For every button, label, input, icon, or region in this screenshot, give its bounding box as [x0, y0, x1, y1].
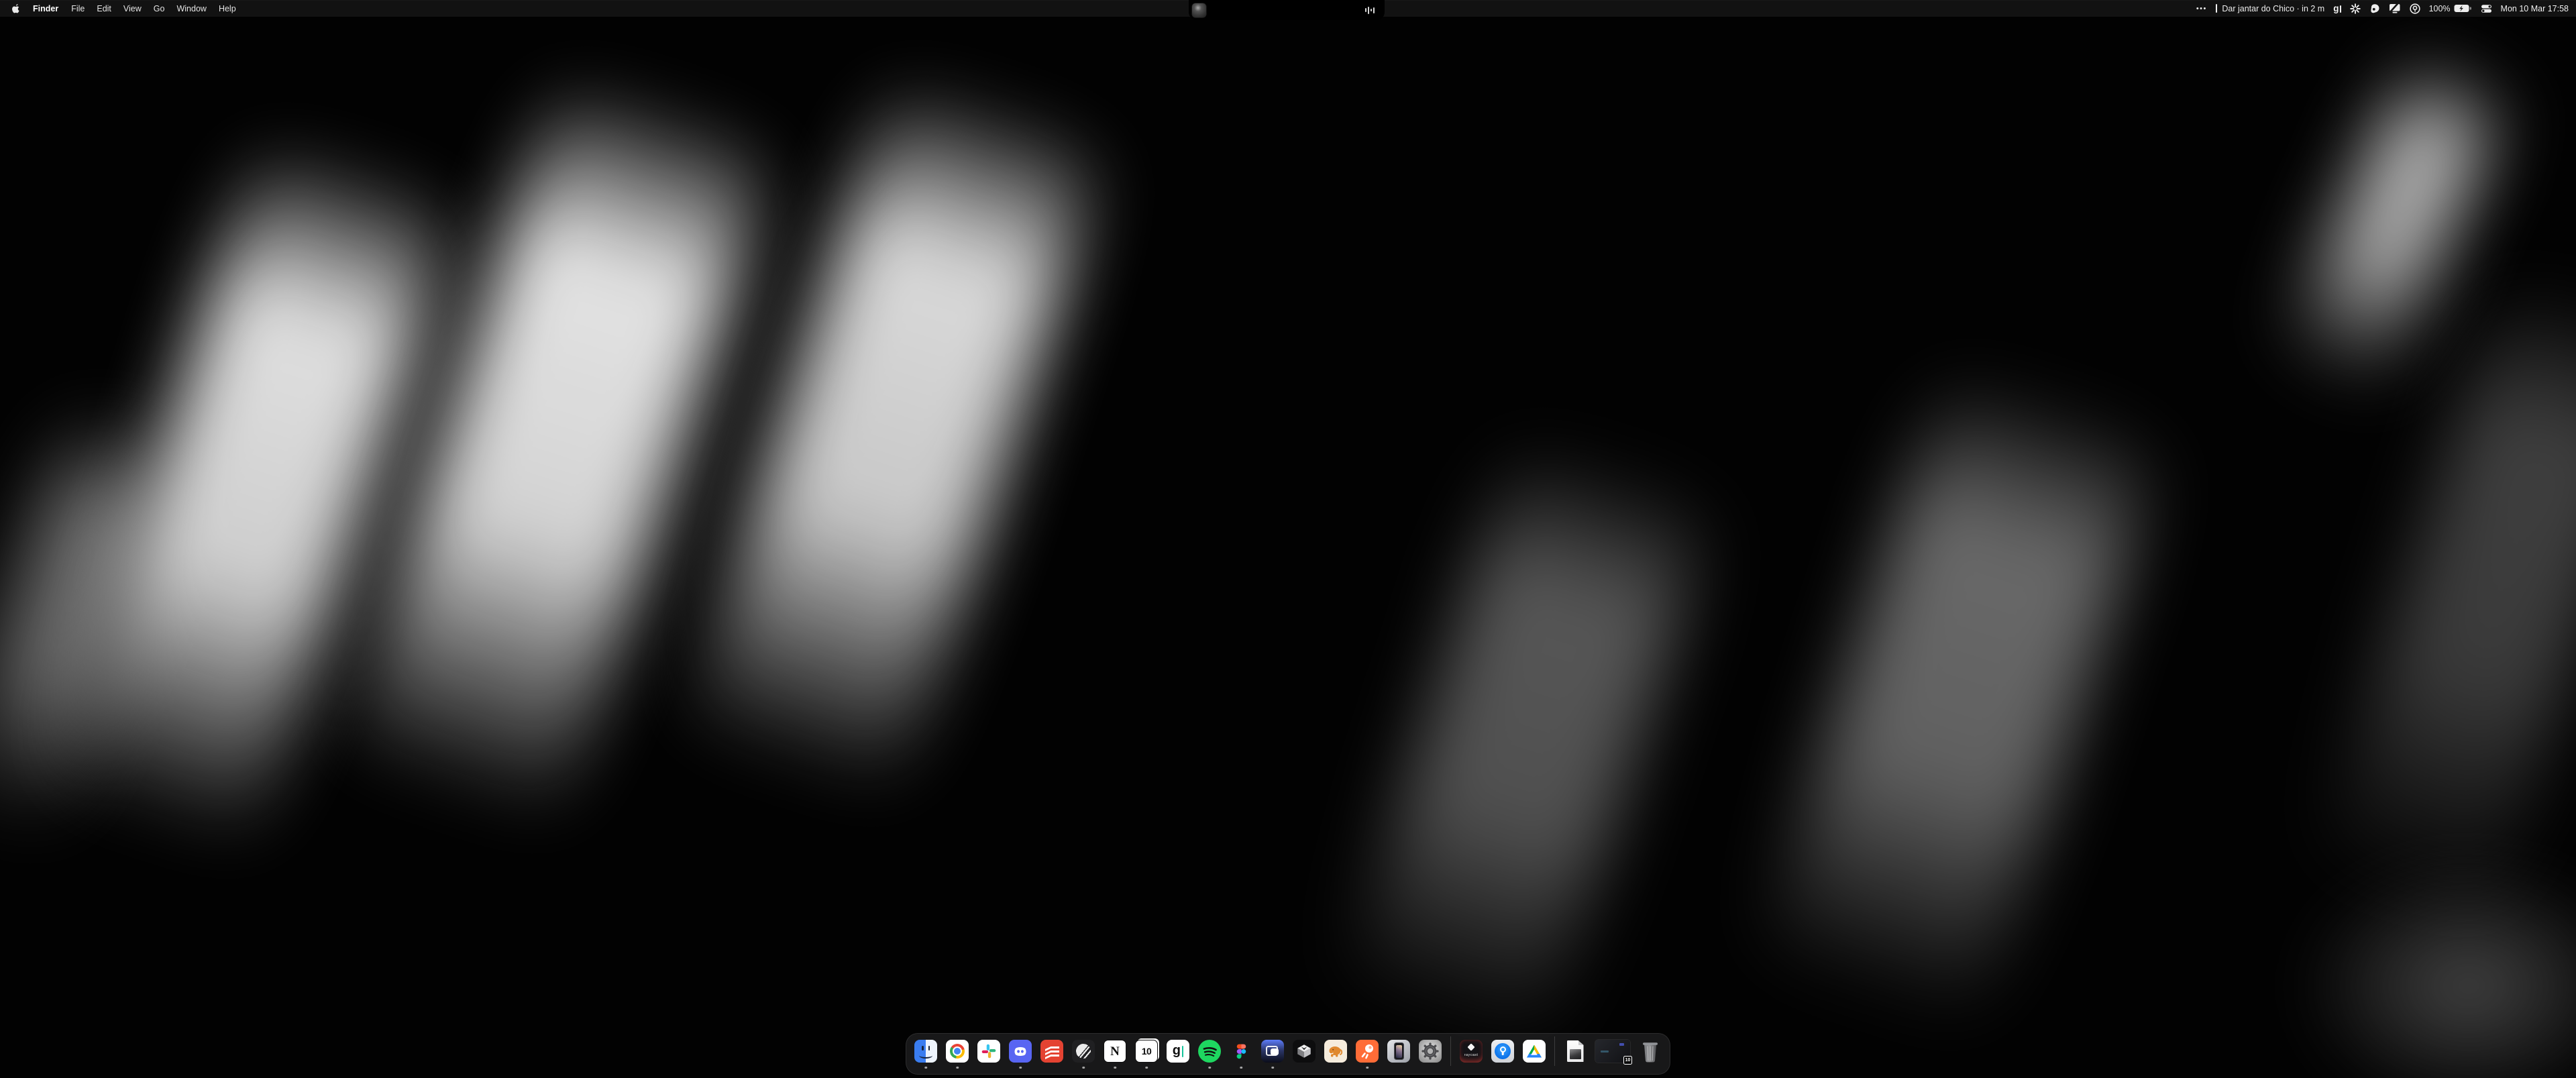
- event-bar-icon: [2216, 4, 2218, 13]
- iphone-mirroring-icon: [1387, 1040, 1410, 1063]
- dock-cube-app[interactable]: [1293, 1040, 1316, 1063]
- dock-google-drive[interactable]: [1523, 1040, 1546, 1063]
- minimized-window-app-badge: 10: [1623, 1056, 1632, 1065]
- menu-bar-clock[interactable]: Mon 10 Mar 17:58: [2501, 4, 2569, 13]
- album-art[interactable]: [1192, 3, 1206, 17]
- dock-ivory[interactable]: [1324, 1040, 1347, 1063]
- wallpaper-band: [2294, 859, 2576, 1078]
- cube-3d-icon: [1293, 1040, 1316, 1063]
- dock-slack[interactable]: [977, 1040, 1000, 1063]
- google-drive-icon: [1523, 1040, 1546, 1063]
- notch-media-player: [1189, 0, 1385, 20]
- menu-edit[interactable]: Edit: [91, 0, 117, 17]
- dock-document[interactable]: [1564, 1040, 1587, 1063]
- minimized-window-thumbnail: 10: [1595, 1040, 1630, 1063]
- battery-charging-icon: [2454, 4, 2472, 13]
- grammarly-menu-icon[interactable]: g: [2333, 5, 2341, 13]
- todoist-icon: [1040, 1040, 1063, 1063]
- linear-icon: [1072, 1040, 1095, 1063]
- dock-notion-calendar[interactable]: 10: [1135, 1040, 1158, 1063]
- battery-percent: 100%: [2429, 4, 2451, 13]
- pick-shape-icon[interactable]: [2369, 3, 2380, 14]
- menu-go[interactable]: Go: [148, 0, 171, 17]
- dock: N 10 g: [906, 1033, 1670, 1075]
- notion-icon: N: [1104, 1040, 1126, 1063]
- dock-linear[interactable]: [1072, 1040, 1095, 1063]
- asterisk-gear-icon[interactable]: [2350, 3, 2361, 14]
- dock-divider: [1450, 1036, 1451, 1066]
- screen-studio-icon: [1261, 1040, 1284, 1063]
- event-text: Dar jantar do Chico · in 2 m: [2222, 4, 2324, 13]
- dock-chrome[interactable]: [946, 1040, 969, 1063]
- battery-status[interactable]: 100%: [2429, 4, 2472, 13]
- grammarly-letter: g: [2333, 5, 2339, 13]
- document-file-icon: [1567, 1040, 1584, 1062]
- dock-1password[interactable]: [1491, 1040, 1514, 1063]
- dock-screen-studio[interactable]: [1261, 1040, 1284, 1063]
- ivory-mammoth-icon: [1324, 1040, 1347, 1063]
- menu-window[interactable]: Window: [170, 0, 212, 17]
- calendar-event-item[interactable]: Dar jantar do Chico · in 2 m: [2216, 4, 2324, 13]
- dock-iphone-mirroring[interactable]: [1387, 1040, 1410, 1063]
- wallpaper: [0, 0, 2576, 1078]
- trash-icon: [1640, 1040, 1661, 1063]
- wallpaper-band: [1338, 445, 1715, 1058]
- desktop: Finder File Edit View Go Window Help •••…: [0, 0, 2576, 1078]
- grammarly-cursor: [2340, 5, 2341, 13]
- postman-icon: [1356, 1040, 1379, 1063]
- dock-spotify[interactable]: [1198, 1040, 1221, 1063]
- notion-letter: N: [1110, 1045, 1120, 1058]
- dock-todoist[interactable]: [1040, 1040, 1063, 1063]
- menu-help[interactable]: Help: [213, 0, 242, 17]
- slack-icon: [977, 1040, 1000, 1063]
- grammarly-icon: g: [1167, 1040, 1189, 1063]
- menu-file[interactable]: File: [65, 0, 91, 17]
- 1password-menu-icon[interactable]: [2410, 3, 2420, 14]
- audio-visualizer-icon: [1365, 5, 1375, 15]
- dock-postman[interactable]: [1356, 1040, 1379, 1063]
- discord-icon: [1009, 1040, 1032, 1063]
- raycast-icon: raycast: [1460, 1040, 1483, 1063]
- 1password-icon: [1491, 1040, 1514, 1063]
- chrome-icon: [946, 1040, 969, 1063]
- calendar-day-number: 10: [1142, 1046, 1152, 1057]
- dock-grammarly[interactable]: g: [1167, 1040, 1189, 1063]
- apple-icon: [11, 3, 19, 13]
- menu-app-name[interactable]: Finder: [26, 0, 65, 17]
- menu-bar-status: ••• Dar jantar do Chico · in 2 m g: [2196, 0, 2576, 17]
- dock-figma[interactable]: [1230, 1040, 1252, 1063]
- apple-menu[interactable]: [9, 0, 26, 17]
- dock-system-settings[interactable]: [1419, 1040, 1442, 1063]
- dock-raycast[interactable]: raycast: [1460, 1040, 1483, 1063]
- dock-divider: [1554, 1036, 1555, 1066]
- wallpaper-band: [2277, 50, 2512, 400]
- dock-finder[interactable]: [914, 1040, 937, 1063]
- dock-trash[interactable]: [1639, 1040, 1662, 1063]
- raycast-label: raycast: [1464, 1053, 1479, 1057]
- menu-view[interactable]: View: [117, 0, 148, 17]
- spotify-icon: [1198, 1040, 1221, 1063]
- dock-discord[interactable]: [1009, 1040, 1032, 1063]
- system-settings-gear-icon: [1419, 1040, 1442, 1063]
- display-mirroring-icon[interactable]: [2389, 3, 2401, 13]
- figma-icon: [1230, 1040, 1252, 1063]
- control-center-icon[interactable]: [2481, 4, 2492, 13]
- grammarly-letter: g: [1173, 1044, 1181, 1057]
- dock-minimized-window[interactable]: 10: [1595, 1040, 1630, 1063]
- dock-notion[interactable]: N: [1104, 1040, 1126, 1063]
- raycast-diamond: [1467, 1043, 1474, 1050]
- finder-icon: [914, 1040, 937, 1063]
- status-overflow-icon[interactable]: •••: [2196, 5, 2207, 13]
- notion-calendar-icon: 10: [1135, 1040, 1158, 1063]
- wallpaper-band: [1755, 376, 2163, 1033]
- menu-bar-left: Finder File Edit View Go Window Help: [0, 0, 242, 17]
